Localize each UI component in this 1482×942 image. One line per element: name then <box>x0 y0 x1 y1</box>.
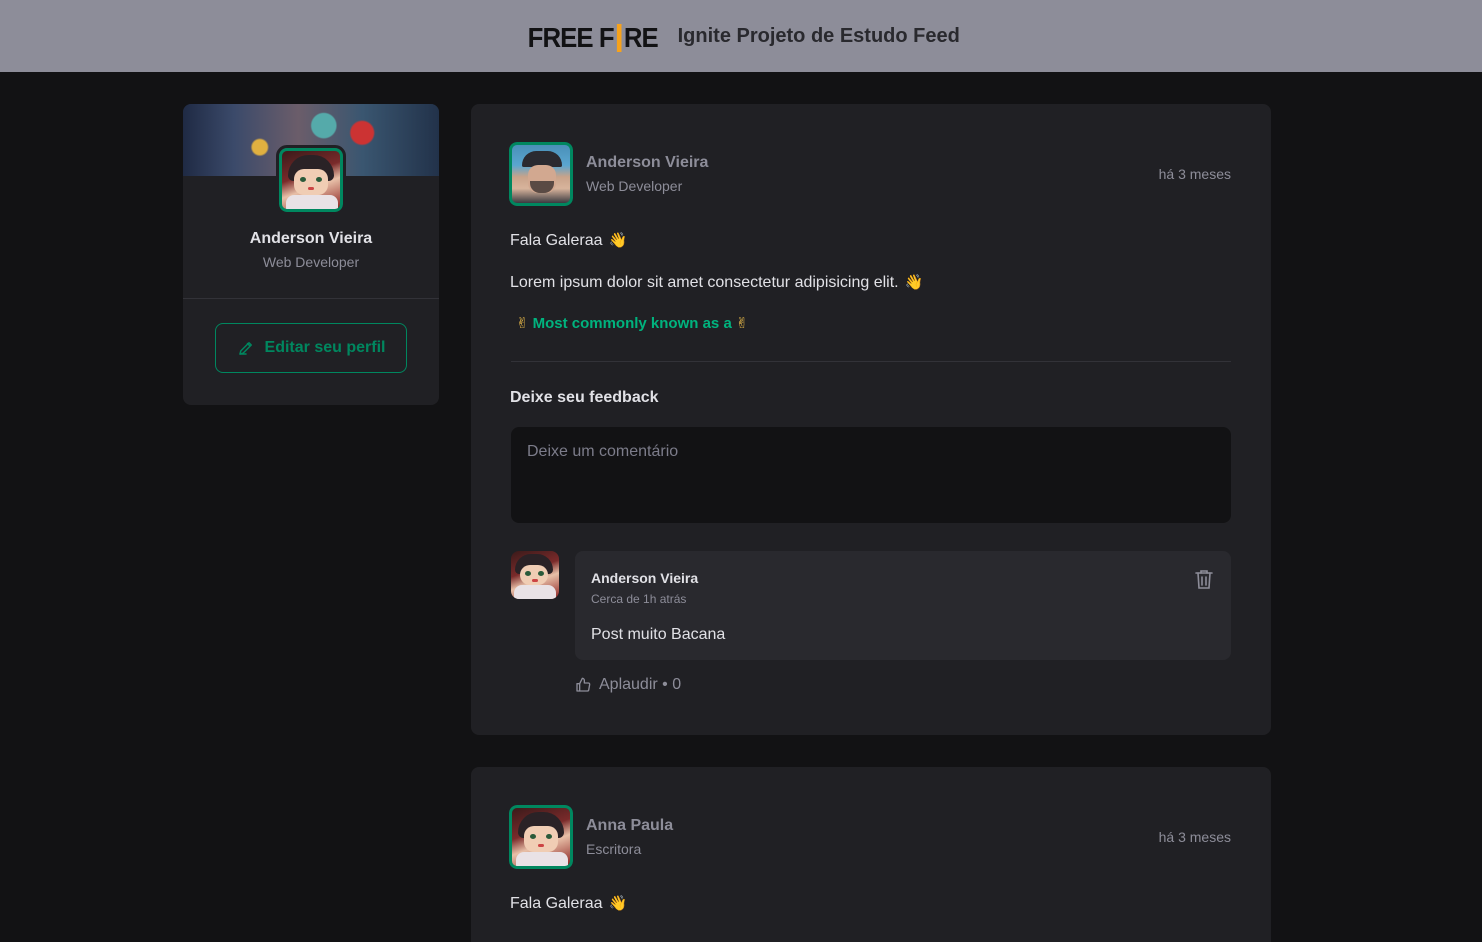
comment-author-name: Anderson Vieira <box>591 570 699 586</box>
wave-icon: 👋 <box>608 894 628 912</box>
victory-hand-icon: ✌ <box>516 314 529 332</box>
avatar[interactable] <box>506 802 576 872</box>
logo-text-right: RE <box>623 22 659 53</box>
post-hashtag-link[interactable]: ✌ Most commonly known as a ✌ <box>512 314 752 332</box>
post-card: Anna Paula Escritora há 3 meses Fala Gal… <box>471 767 1271 942</box>
avatar <box>276 145 346 215</box>
divider <box>511 361 1231 362</box>
post-author-role: Web Developer <box>586 178 683 194</box>
victory-hand-icon: ✌ <box>735 314 749 332</box>
comment-text: Post muito Bacana <box>591 626 726 643</box>
profile-sidebar: Anderson Vieira Web Developer Editar seu… <box>183 104 439 405</box>
divider <box>183 298 439 299</box>
feedback-title: Deixe seu feedback <box>510 389 659 406</box>
post-content-line: Fala Galeraa 👋 <box>510 231 628 249</box>
post-timestamp: há 3 meses <box>1158 829 1231 845</box>
comment-timestamp: Cerca de 1h atrás <box>591 592 687 606</box>
post-author-role: Escritora <box>586 841 642 857</box>
applaud-button[interactable]: Aplaudir • 0 <box>575 676 681 694</box>
trash-icon[interactable] <box>1195 569 1213 589</box>
logo-flame-bar <box>616 24 622 52</box>
app-title: Ignite Projeto de Estudo Feed <box>677 24 960 47</box>
logo-text-left: FREE F <box>527 22 615 53</box>
comment-card: Anderson Vieira Cerca de 1h atrás Post m… <box>575 551 1231 660</box>
wave-icon: 👋 <box>608 231 628 249</box>
edit-profile-button[interactable]: Editar seu perfil <box>215 323 407 373</box>
profile-role: Web Developer <box>262 254 360 270</box>
profile-name: Anderson Vieira <box>249 230 373 247</box>
avatar[interactable] <box>511 551 559 599</box>
thumbs-up-icon <box>576 677 591 692</box>
app-header: FREE F RE Ignite Projeto de Estudo Feed <box>0 0 1482 72</box>
free-fire-logo: FREE F RE <box>527 22 659 54</box>
applaud-label: Aplaudir • 0 <box>599 676 682 693</box>
post-card: Anderson Vieira Web Developer há 3 meses… <box>471 104 1271 735</box>
post-content-line: Fala Galeraa 👋 <box>510 894 628 912</box>
wave-icon: 👋 <box>904 273 924 291</box>
pencil-icon <box>238 342 252 355</box>
edit-profile-label: Editar seu perfil <box>264 339 386 356</box>
post-content-line: Lorem ipsum dolor sit amet consectetur a… <box>510 273 924 291</box>
post-author-name: Anderson Vieira <box>586 154 709 171</box>
post-author-name: Anna Paula <box>586 817 674 834</box>
comment-input[interactable] <box>511 427 1231 523</box>
avatar[interactable] <box>506 139 576 209</box>
post-timestamp: há 3 meses <box>1158 166 1231 182</box>
